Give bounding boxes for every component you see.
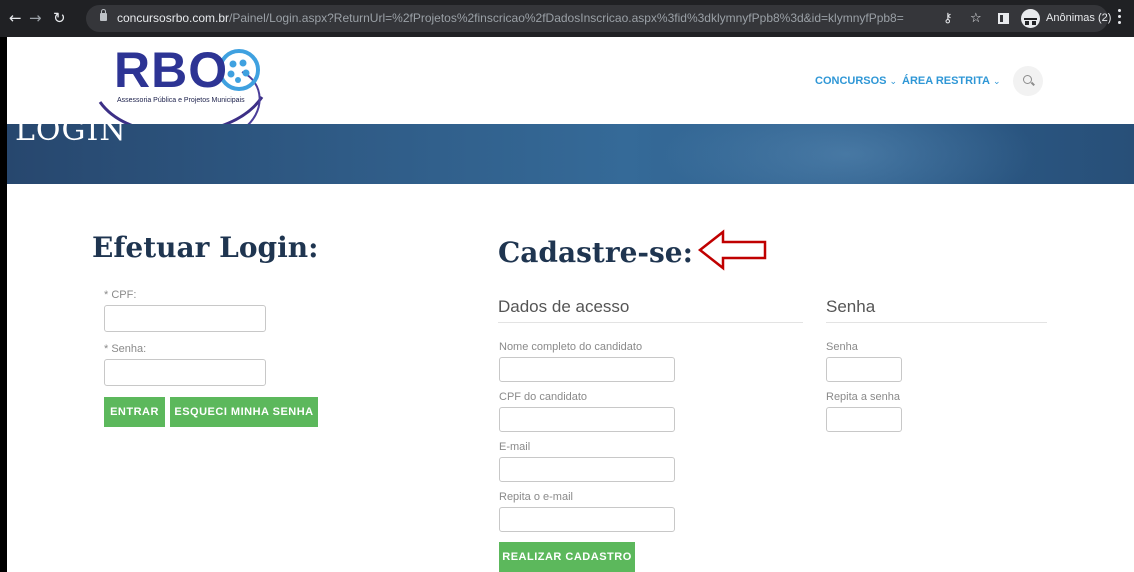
page-banner: LOGIN [7, 124, 1134, 184]
url-host: concursosrbo.com.br [117, 11, 230, 25]
nav-concursos-label: CONCURSOS [815, 75, 887, 87]
register-heading: Cadastre-se: [498, 236, 693, 269]
nav-area-restrita[interactable]: ÁREA RESTRITA ⌄ [902, 74, 1001, 88]
email-label: E-mail [499, 441, 531, 453]
browser-toolbar: ← → ↻ concursosrbo.com.br/Painel/Login.a… [0, 0, 1134, 37]
register-password-input[interactable] [826, 357, 902, 382]
key-icon[interactable]: ⚷ [943, 10, 953, 27]
enter-button[interactable]: ENTRAR [104, 397, 165, 427]
banner-title: LOGIN [15, 124, 127, 148]
forgot-password-button[interactable]: ESQUECI MINHA SENHA [170, 397, 318, 427]
forward-arrow-icon[interactable]: → [29, 9, 42, 27]
divider [498, 322, 803, 323]
email-input[interactable] [499, 457, 675, 482]
annotation-arrow-icon [697, 229, 767, 271]
candidate-cpf-input[interactable] [499, 407, 675, 432]
divider [826, 322, 1047, 323]
logo-subtitle: Assessoria Pública e Projetos Municipais [117, 97, 245, 104]
chevron-down-icon: ⌄ [889, 76, 898, 86]
full-name-label: Nome completo do candidato [499, 341, 643, 353]
cpf-label: * CPF: [104, 289, 137, 301]
candidate-cpf-label: CPF do candidato [499, 391, 588, 403]
search-button[interactable] [1013, 66, 1043, 96]
senha-label: * Senha: [104, 343, 147, 355]
lock-icon[interactable] [100, 9, 107, 21]
email-repeat-input[interactable] [499, 507, 675, 532]
page-left-border [0, 37, 7, 572]
login-password-input[interactable] [104, 359, 266, 386]
logo-wordmark: RBO [114, 42, 229, 98]
reload-icon[interactable]: ↻ [53, 9, 66, 27]
full-name-input[interactable] [499, 357, 675, 382]
nav-concursos[interactable]: CONCURSOS ⌄ [815, 74, 897, 88]
register-password-label: Senha [826, 341, 858, 353]
access-data-section-title: Dados de acesso [498, 297, 630, 316]
back-arrow-icon[interactable]: ← [9, 9, 22, 27]
login-heading: Efetuar Login: [92, 231, 319, 264]
url-path: /Painel/Login.aspx?ReturnUrl=%2fProjetos… [229, 11, 904, 25]
side-panel-icon[interactable] [998, 13, 1009, 24]
email-repeat-label: Repita o e-mail [499, 491, 573, 503]
password-section-title: Senha [826, 297, 876, 316]
nav-area-restrita-label: ÁREA RESTRITA [902, 75, 990, 87]
kebab-menu-icon[interactable] [1118, 9, 1121, 24]
register-password-repeat-input[interactable] [826, 407, 902, 432]
register-submit-button[interactable]: REALIZAR CADASTRO [499, 542, 635, 572]
incognito-icon[interactable] [1021, 9, 1040, 28]
address-bar[interactable]: concursosrbo.com.br/Painel/Login.aspx?Re… [86, 5, 1111, 32]
login-cpf-input[interactable] [104, 305, 266, 332]
register-password-repeat-label: Repita a senha [826, 391, 900, 403]
profile-label[interactable]: Anônimas (2) [1046, 11, 1111, 26]
url-text[interactable]: concursosrbo.com.br/Painel/Login.aspx?Re… [117, 11, 904, 26]
star-icon[interactable]: ☆ [970, 10, 982, 27]
chevron-down-icon: ⌄ [993, 76, 1001, 86]
